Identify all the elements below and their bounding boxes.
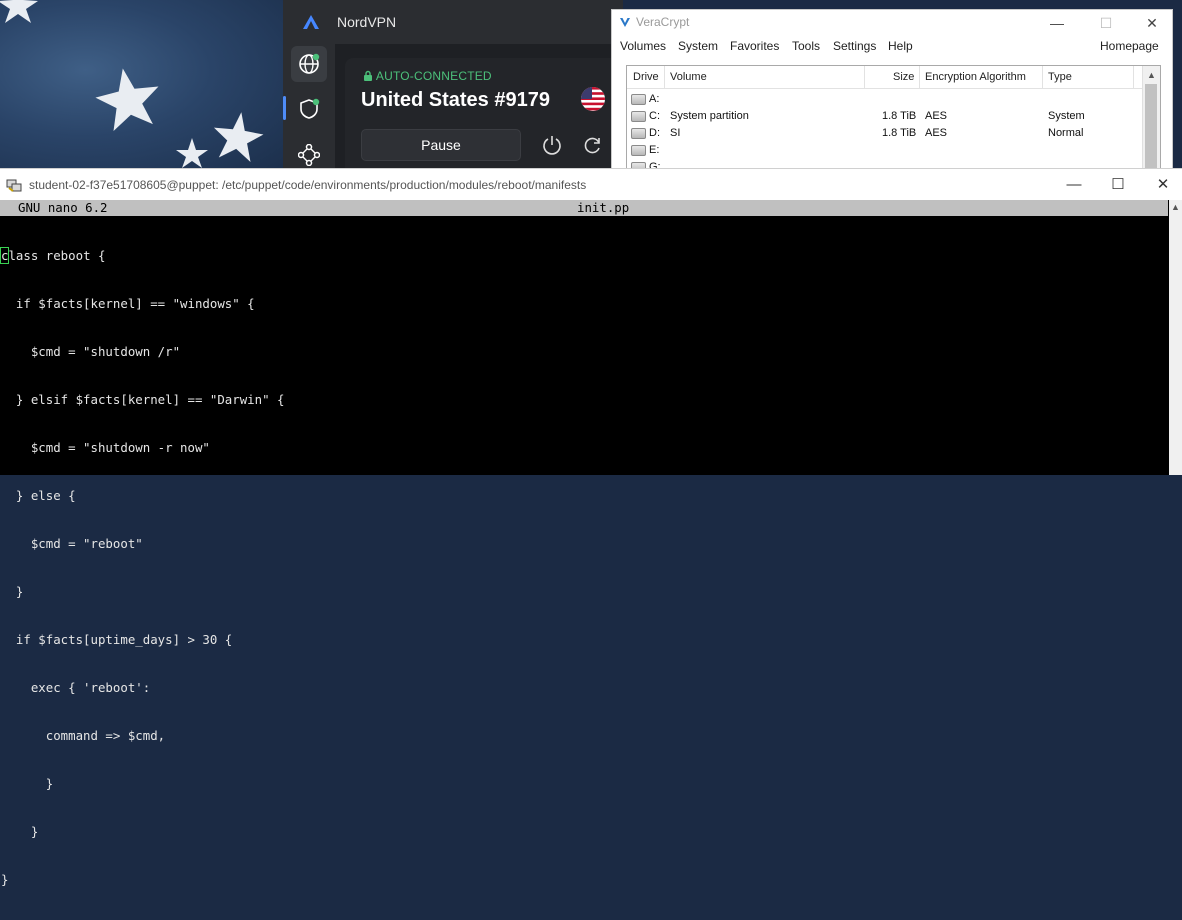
terminal-scrollbar[interactable]: ▲ [1169,200,1182,475]
code-line: exec { 'reboot': [1,680,151,695]
drive-size: 1.8 TiB [882,127,917,139]
column-drive[interactable]: Drive [633,71,659,83]
code-line: $cmd = "shutdown /r" [1,344,181,359]
code-line: } [1,776,54,791]
lock-icon [364,70,372,81]
drive-list[interactable]: Drive Volume Size Encryption Algorithm T… [626,65,1161,178]
code-line-rest: lass reboot { [8,248,106,263]
drive-list-header: Drive Volume Size Encryption Algorithm T… [627,66,1142,89]
veracrypt-logo-icon [620,18,630,27]
drive-list-scrollbar[interactable]: ▲ [1142,66,1160,178]
drive-type: Normal [1048,127,1084,139]
code-line: } [1,584,24,599]
drive-icon [631,128,646,139]
drive-row[interactable]: D: SI 1.8 TiB AES Normal [627,125,1142,142]
veracrypt-window: VeraCrypt — ☐ ✕ Volumes System Favorites… [611,9,1173,179]
nordvpn-window: NordVPN AUTO-CONNECTED United States #91… [283,0,623,175]
menu-volumes[interactable]: Volumes [620,39,666,53]
drive-row[interactable]: A: [627,91,1142,108]
code-line: } [1,872,9,887]
column-separator [919,66,920,88]
code-line: class reboot { [0,247,1161,264]
code-editor[interactable]: class reboot { if $facts[kernel] == "win… [0,216,1161,887]
veracrypt-app-title: VeraCrypt [636,15,690,29]
close-icon[interactable]: ✕ [1137,12,1167,34]
drive-letter: D: [649,127,660,139]
maximize-icon[interactable]: ☐ [1098,175,1138,195]
code-line: } else { [1,488,76,503]
column-volume[interactable]: Volume [670,71,707,83]
nordvpn-sidebar [283,44,335,175]
drive-icon [631,145,646,156]
menu-settings[interactable]: Settings [833,39,876,53]
terminal-title: student-02-f37e51708605@puppet: /etc/pup… [29,178,587,192]
veracrypt-menubar: Volumes System Favorites Tools Settings … [612,36,1172,58]
column-separator [1042,66,1043,88]
scrollbar-thumb[interactable] [1145,84,1157,174]
power-icon[interactable] [541,134,563,156]
code-line: if $facts[uptime_days] > 30 { [1,632,233,647]
server-name: United States #9179 [361,89,550,111]
nordvpn-titlebar: NordVPN [283,0,623,44]
maximize-icon: ☐ [1099,15,1113,31]
us-flag-icon [581,87,605,111]
drive-row[interactable]: E: [627,142,1142,159]
drive-volume: SI [670,127,681,139]
nordvpn-app-title: NordVPN [337,14,397,30]
drive-letter: C: [649,110,660,122]
code-line: $cmd = "shutdown -r now" [1,440,210,455]
shield-icon [300,98,320,119]
terminal-titlebar: student-02-f37e51708605@puppet: /etc/pup… [0,168,1182,200]
nano-filename: init.pp [577,200,630,215]
nano-header-bar: GNU nano 6.2 init.pp [0,200,1168,216]
drive-letter: E: [649,144,660,156]
connection-status: AUTO-CONNECTED [363,69,492,83]
code-line: } elsif $facts[kernel] == "Darwin" { [1,392,285,407]
code-line: $cmd = "reboot" [1,536,143,551]
drive-volume: System partition [670,110,749,122]
scroll-up-icon[interactable]: ▲ [1171,202,1180,212]
column-separator [1133,66,1134,88]
scroll-up-icon[interactable]: ▲ [1147,70,1156,80]
menu-system[interactable]: System [678,39,718,53]
minimize-icon[interactable]: — [1042,12,1072,34]
nano-version: GNU nano 6.2 [18,200,108,215]
menu-favorites[interactable]: Favorites [730,39,779,53]
sidebar-shield-button[interactable] [291,91,327,127]
column-size[interactable]: Size [893,71,914,83]
close-icon[interactable]: ✕ [1143,175,1182,195]
column-separator [864,66,865,88]
minimize-icon[interactable]: — [1054,175,1094,195]
globe-icon [299,53,320,74]
homepage-link[interactable]: Homepage [1100,39,1159,53]
meshnet-icon [298,144,320,166]
drive-type: System [1048,110,1085,122]
drive-icon [631,111,646,122]
code-line: } [1,824,39,839]
drive-algorithm: AES [925,127,948,139]
sidebar-globe-button[interactable] [291,46,327,82]
status-label: AUTO-CONNECTED [375,69,492,83]
menu-help[interactable]: Help [888,39,913,53]
active-indicator [283,96,286,120]
terminal-window: student-02-f37e51708605@puppet: /etc/pup… [0,168,1182,887]
drive-letter: A: [649,93,660,105]
code-line: command => $cmd, [1,728,166,743]
desktop-wallpaper [0,0,285,175]
drive-algorithm: AES [925,110,948,122]
column-algorithm[interactable]: Encryption Algorithm [925,71,1026,83]
veracrypt-titlebar: VeraCrypt — ☐ ✕ [612,10,1172,36]
putty-icon [6,179,22,192]
pause-button[interactable]: Pause [361,129,521,161]
column-separator [664,66,665,88]
drive-row[interactable]: C: System partition 1.8 TiB AES System [627,108,1142,125]
column-type[interactable]: Type [1048,71,1072,83]
refresh-icon[interactable] [583,135,603,155]
drive-icon [631,94,646,105]
drive-size: 1.8 TiB [882,110,917,122]
nordvpn-logo-icon [303,15,319,29]
star-pattern-icon [0,0,264,168]
menu-tools[interactable]: Tools [792,39,820,53]
code-line: if $facts[kernel] == "windows" { [1,296,255,311]
